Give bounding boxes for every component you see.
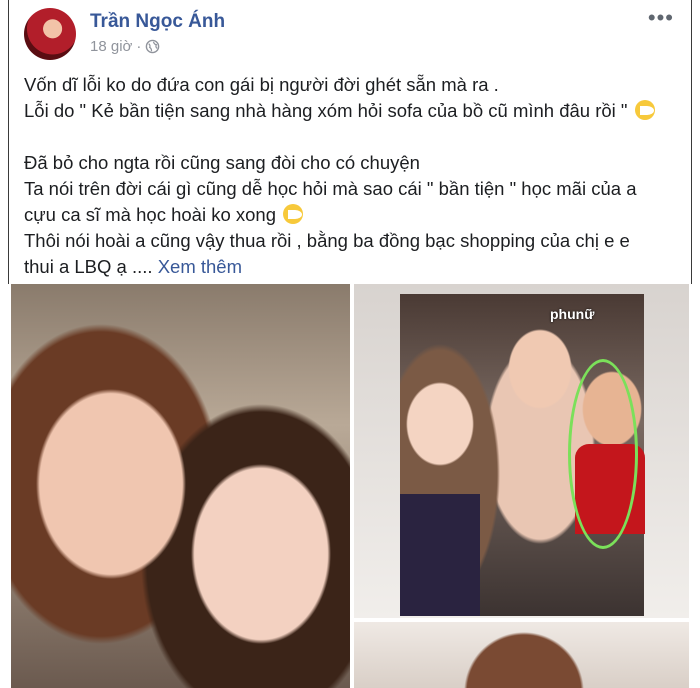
globe-icon[interactable] [145,39,160,54]
post-header: Trần Ngọc Ánh 18 giờ · ••• [24,7,684,60]
laughing-emoji-icon [634,100,655,120]
see-more-link[interactable]: Xem thêm [158,256,242,277]
post-line: Ta nói trên đời cái gì cũng dễ học hỏi m… [24,178,637,199]
watermark-logo: phunữ [550,306,595,322]
timestamp[interactable]: 18 giờ [90,38,132,55]
post-line: Lỗi do " Kẻ bần tiện sang nhà hàng xóm h… [24,98,674,124]
post-line: cựu ca sĩ mà học hoài ko xong [24,202,674,228]
meta-separator: · [136,38,142,55]
highlight-circle [568,359,638,549]
post-line: Đã bỏ cho ngta rồi cũng sang đòi cho có … [24,152,420,173]
author-name[interactable]: Trần Ngọc Ánh [90,11,225,33]
group-photo-image: phunữ [400,294,645,616]
more-options-icon[interactable]: ••• [648,7,674,29]
laughing-emoji-icon [283,204,304,224]
photo-third[interactable] [354,622,689,688]
post-meta: 18 giờ · [90,38,160,55]
photo-selfie-two-girls[interactable] [11,284,350,688]
avatar[interactable] [24,8,76,60]
dark-shirt [400,494,480,616]
photo-group[interactable]: phunữ [354,284,689,618]
photo-grid: phunữ [8,284,692,688]
post-text: Vốn dĩ lỗi ko do đứa con gái bị người đờ… [24,72,674,280]
post-line: thui a LBQ ạ .... Xem thêm [24,256,242,277]
post-line: Thôi nói hoài a cũng vậy thua rồi , bằng… [24,230,630,251]
post-line: Vốn dĩ lỗi ko do đứa con gái bị người đờ… [24,74,499,95]
